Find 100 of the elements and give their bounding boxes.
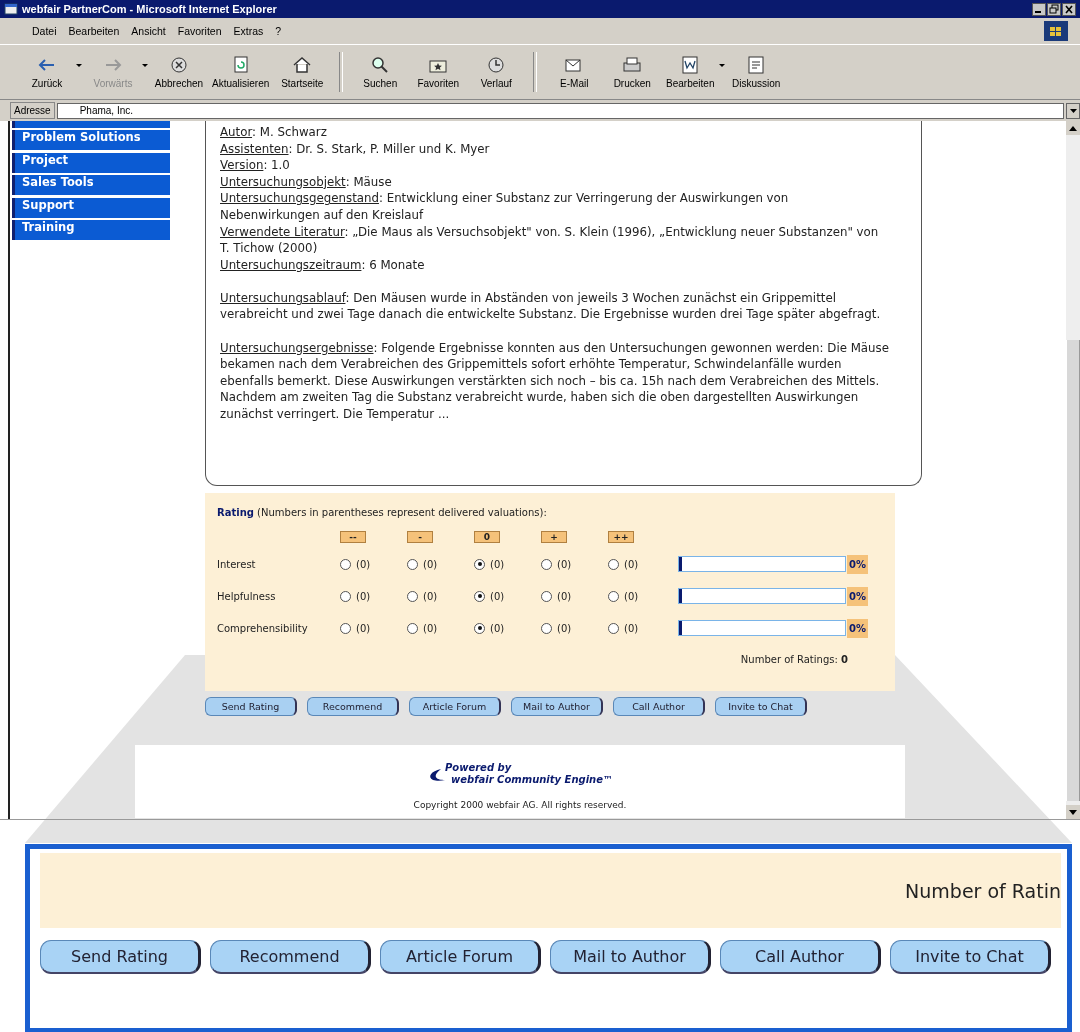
criterion-label: Helpfulness	[217, 590, 276, 602]
vote-count: (0)	[490, 558, 505, 570]
radio-button[interactable]	[340, 590, 351, 602]
vote-count: (0)	[490, 622, 505, 634]
article-field-text: Verwendete Literatur: „Die Maus als Versuchsobjekt" von. S. Klein (1996), „Entwicklung neuer Substanzen" von T. Tichow (2000)	[220, 223, 880, 257]
toolbar-button[interactable]: Diskussion	[727, 53, 786, 91]
stop-icon	[168, 55, 190, 75]
radio-button[interactable]	[541, 558, 552, 570]
percent-value: 0%	[847, 618, 868, 638]
article-field-text: Untersuchungsobjekt: Mäuse	[220, 173, 393, 191]
menu-item[interactable]: ?	[269, 23, 288, 39]
sidebar-item[interactable]: Project	[12, 152, 170, 173]
windows-logo-icon	[1044, 21, 1068, 41]
action-button[interactable]: Invite to Chat	[890, 940, 1051, 974]
toolbar-button[interactable]: Aktualisieren	[208, 53, 274, 91]
engine-name: webfair Community Engine™	[450, 774, 614, 786]
scale-label: ++	[608, 531, 634, 543]
sidebar-item[interactable]: Training	[12, 220, 170, 240]
radio-button[interactable]	[474, 622, 485, 634]
radio-button[interactable]	[608, 590, 619, 602]
dropdown-button[interactable]	[1066, 102, 1080, 119]
window-title: webfair PartnerCom - Microsoft Internet Explorer	[22, 3, 278, 15]
radio-button[interactable]	[541, 622, 552, 634]
article-field-text: Assistenten: Dr. S. Stark, P. Miller und K. Myer	[220, 140, 491, 158]
powered-by-text: Powered by	[444, 762, 513, 774]
percent-value: 0%	[847, 554, 868, 574]
scroll-up-button[interactable]	[1066, 121, 1080, 135]
vote-count: (0)	[624, 558, 639, 570]
menu-item[interactable]: Extras	[227, 23, 270, 39]
action-button[interactable]: Call Author	[720, 940, 881, 974]
scale-label: +	[541, 531, 567, 543]
scroll-thumb[interactable]	[1066, 340, 1080, 801]
radio-button[interactable]	[407, 622, 418, 634]
action-button[interactable]: Article Forum	[380, 940, 541, 974]
radio-button[interactable]	[407, 590, 418, 602]
article-field-text: Untersuchungsablauf: Den Mäusen wurde in Abständen von jeweils 3 Wochen zunächst ein Grippemittel verabreicht und zwei Tage danach die entwickelte Substanz. Die Ergebnisse wurden drei Tage später abgefragt.	[220, 289, 882, 324]
sidebar-item[interactable]: Sales Tools	[12, 175, 170, 195]
copyright-text: Copyright 2000 webfair AG. All rights reserved.	[413, 800, 627, 810]
vote-count: (0)	[557, 590, 572, 602]
scroll-down-button[interactable]	[1066, 805, 1080, 819]
action-button[interactable]: Mail to Author	[511, 697, 603, 716]
menu-item[interactable]: Datei	[26, 23, 63, 39]
vote-count: (0)	[423, 590, 438, 602]
menu-item[interactable]: Bearbeiten	[62, 23, 126, 39]
minimize-icon	[1032, 2, 1046, 16]
caret-icon	[1069, 108, 1077, 113]
criterion-label: Comprehensibility	[217, 622, 308, 634]
address-label: Adresse	[10, 102, 55, 119]
action-button[interactable]: Send Rating	[40, 940, 201, 974]
vote-count: (0)	[356, 558, 371, 570]
action-button[interactable]: Send Rating	[205, 697, 297, 716]
radio-button[interactable]	[340, 622, 351, 634]
article-field-text: Version: 1.0	[220, 157, 291, 174]
article-field-text: Untersuchungsgegenstand: Entwicklung einer Substanz zur Verringerung der Auswirkungen von Nebenwirkungen auf den Kreislauf	[220, 190, 790, 224]
menu-item[interactable]: Ansicht	[125, 23, 172, 39]
radio-button[interactable]	[340, 558, 351, 570]
action-button[interactable]: Recommend	[210, 940, 371, 974]
vote-count: (0)	[356, 622, 371, 634]
toolbar-button[interactable]: Suchen	[351, 53, 410, 91]
ratings-count: 0	[841, 654, 848, 665]
toolbar-button[interactable]: Favoriten	[409, 53, 468, 91]
sidebar-item[interactable]: Support	[12, 197, 170, 218]
scale-label: 0	[474, 531, 500, 543]
toolbar-button[interactable]: Verlauf	[467, 53, 526, 91]
ratings-count-label: Number of Ratings:	[740, 654, 838, 665]
close-icon	[1062, 2, 1076, 16]
browser-icon	[4, 2, 18, 16]
toolbar-button[interactable]: Startseite	[273, 53, 332, 91]
scale-label: -	[407, 531, 433, 543]
rating-heading: Rating (Numbers in parentheses represent delivered valuations):	[217, 507, 548, 518]
action-button[interactable]: Invite to Chat	[715, 697, 807, 716]
vote-count: (0)	[557, 622, 572, 634]
action-button[interactable]: Article Forum	[409, 697, 501, 716]
radio-button[interactable]	[608, 622, 619, 634]
toolbar-button[interactable]: Abbrechen	[150, 53, 208, 91]
caret-down-icon	[1069, 809, 1077, 815]
sidebar-item[interactable]: Problem Solutions	[12, 130, 170, 150]
article-field-text: Untersuchungszeitraum: 6 Monate	[220, 256, 426, 274]
scale-label: --	[340, 531, 366, 543]
vote-count: (0)	[557, 558, 572, 570]
toolbar-button[interactable]: Zurück	[18, 53, 76, 91]
vote-count: (0)	[624, 622, 639, 634]
print-icon	[621, 55, 644, 75]
caret-up-icon	[1069, 125, 1077, 131]
radio-button[interactable]	[608, 558, 619, 570]
radio-button[interactable]	[474, 558, 485, 570]
action-button[interactable]: Call Author	[613, 697, 705, 716]
radio-button[interactable]	[474, 590, 485, 602]
radio-button[interactable]	[541, 590, 552, 602]
article-field-text: Autor: M. Schwarz	[220, 124, 328, 141]
toolbar-button[interactable]: E-Mail	[545, 53, 604, 91]
toolbar-button[interactable]: Bearbeiten	[661, 53, 720, 91]
vote-count: (0)	[624, 590, 639, 602]
address-field[interactable]: Phama, Inc.	[56, 102, 1064, 119]
toolbar-button[interactable]: Drucken	[603, 53, 662, 91]
menu-item[interactable]: Favoriten	[171, 23, 228, 39]
action-button[interactable]: Mail to Author	[550, 940, 711, 974]
percent-value: 0%	[847, 586, 868, 606]
radio-button[interactable]	[407, 558, 418, 570]
action-button[interactable]: Recommend	[307, 697, 399, 716]
